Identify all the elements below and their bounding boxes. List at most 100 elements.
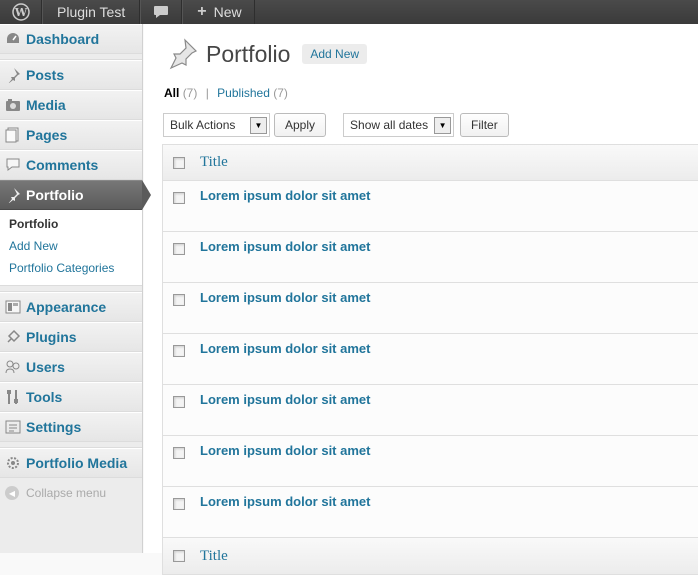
collapse-label: Collapse menu [26,486,107,500]
plus-icon: + [197,3,207,20]
submenu-item-add-new[interactable]: Add New [0,236,142,258]
menu-label: Portfolio Media [26,455,128,471]
new-content-button[interactable]: + New [182,0,255,24]
menu-item-portfolio[interactable]: Portfolio [0,180,151,210]
published-count: (7) [273,86,288,100]
tools-icon [5,389,21,405]
page-header: Portfolio Add New [164,37,368,71]
collapse-menu-button[interactable]: ◀ Collapse menu [0,478,142,508]
site-name-label: Plugin Test [57,4,126,20]
post-title-link[interactable]: Lorem ipsum dolor sit amet [200,239,370,254]
menu-item-portfolio-media[interactable]: Portfolio Media [0,448,142,478]
menu-item-pages[interactable]: Pages [0,120,142,150]
page-title: Portfolio [206,40,291,67]
dashboard-icon [5,31,21,47]
menu-label: Settings [26,419,82,435]
table-row: Lorem ipsum dolor sit amet [163,385,698,436]
table-row: Lorem ipsum dolor sit amet [163,181,698,232]
collapse-arrow-icon: ◀ [5,486,19,500]
menu-item-dashboard[interactable]: Dashboard [0,24,142,54]
select-all-checkbox[interactable] [173,550,185,562]
view-all-link[interactable]: All [164,86,179,100]
row-checkbox[interactable] [173,192,185,204]
menu-label: Plugins [26,329,77,345]
filter-button[interactable]: Filter [460,113,509,137]
menu-label: Portfolio [26,187,84,203]
menu-label: Appearance [26,299,107,315]
all-count: (7) [182,86,198,100]
pages-icon [5,127,21,143]
row-checkbox[interactable] [173,243,185,255]
row-checkbox[interactable] [173,294,185,306]
new-label: New [213,4,242,20]
menu-label: Users [26,359,65,375]
table-row: Lorem ipsum dolor sit amet [163,436,698,487]
column-title-header[interactable]: Title [200,154,228,171]
menu-item-media[interactable]: Media [0,90,142,120]
svg-text:W: W [13,6,27,19]
wordpress-logo-icon[interactable]: W [0,0,42,24]
menu-label: Posts [26,67,65,83]
pin-icon [164,37,200,71]
pin-icon [5,67,21,83]
apply-button[interactable]: Apply [274,113,327,137]
post-title-link[interactable]: Lorem ipsum dolor sit amet [200,188,370,203]
table-row: Lorem ipsum dolor sit amet [163,283,698,334]
post-title-link[interactable]: Lorem ipsum dolor sit amet [200,494,370,509]
dropdown-arrow-icon: ▼ [434,116,452,134]
dates-select[interactable]: Show all dates ▼ [343,113,455,137]
status-filter-links: All (7) | Published (7) [164,86,288,100]
bulk-actions-select[interactable]: Bulk Actions ▼ [163,113,270,137]
view-published-link[interactable]: Published [217,86,270,100]
submenu-item-portfolio-categories[interactable]: Portfolio Categories [0,258,142,280]
menu-label: Dashboard [26,31,100,47]
select-all-checkbox[interactable] [173,156,185,169]
comments-icon [5,157,21,173]
table-header: Title [163,145,698,181]
posts-table: Title Lorem ipsum dolor sit amet Lorem i… [162,144,698,575]
table-row: Lorem ipsum dolor sit amet [163,334,698,385]
bulk-actions-value: Bulk Actions [170,118,236,132]
main-content: Portfolio Add New All (7) | Published (7… [144,24,698,575]
menu-label: Pages [26,127,68,143]
submenu-item-portfolio[interactable]: Portfolio [0,214,142,236]
menu-label: Tools [26,389,63,405]
gear-icon [5,455,21,471]
post-title-link[interactable]: Lorem ipsum dolor sit amet [200,443,370,458]
pin-icon [5,187,21,203]
menu-label: Comments [26,157,99,173]
menu-item-users[interactable]: Users [0,352,142,382]
plugins-icon [5,329,21,345]
portfolio-submenu: Portfolio Add New Portfolio Categories [0,210,142,286]
users-icon [5,359,21,375]
dropdown-arrow-icon: ▼ [250,116,267,134]
add-new-button[interactable]: Add New [302,44,368,64]
view-separator: | [205,86,209,100]
comments-icon[interactable] [140,0,183,24]
menu-item-appearance[interactable]: Appearance [0,292,142,322]
post-title-link[interactable]: Lorem ipsum dolor sit amet [200,392,370,407]
row-checkbox[interactable] [173,345,185,357]
post-title-link[interactable]: Lorem ipsum dolor sit amet [200,290,370,305]
table-footer: Title [163,538,698,574]
site-name-link[interactable]: Plugin Test [42,0,141,24]
admin-bar: W Plugin Test + New [0,0,698,24]
appearance-icon [5,299,21,315]
settings-icon [5,419,21,435]
dates-value: Show all dates [350,118,429,132]
menu-label: Media [26,97,66,113]
table-row: Lorem ipsum dolor sit amet [163,232,698,283]
menu-item-comments[interactable]: Comments [0,150,142,180]
row-checkbox[interactable] [173,498,185,510]
menu-item-plugins[interactable]: Plugins [0,322,142,352]
menu-item-settings[interactable]: Settings [0,412,142,442]
row-checkbox[interactable] [173,447,185,459]
menu-item-posts[interactable]: Posts [0,60,142,90]
table-nav: Bulk Actions ▼ Apply Show all dates ▼ Fi… [163,113,509,137]
menu-item-tools[interactable]: Tools [0,382,142,412]
column-title-footer[interactable]: Title [200,548,228,565]
media-icon [5,97,21,113]
table-row: Lorem ipsum dolor sit amet [163,487,698,538]
post-title-link[interactable]: Lorem ipsum dolor sit amet [200,341,370,356]
row-checkbox[interactable] [173,396,185,408]
